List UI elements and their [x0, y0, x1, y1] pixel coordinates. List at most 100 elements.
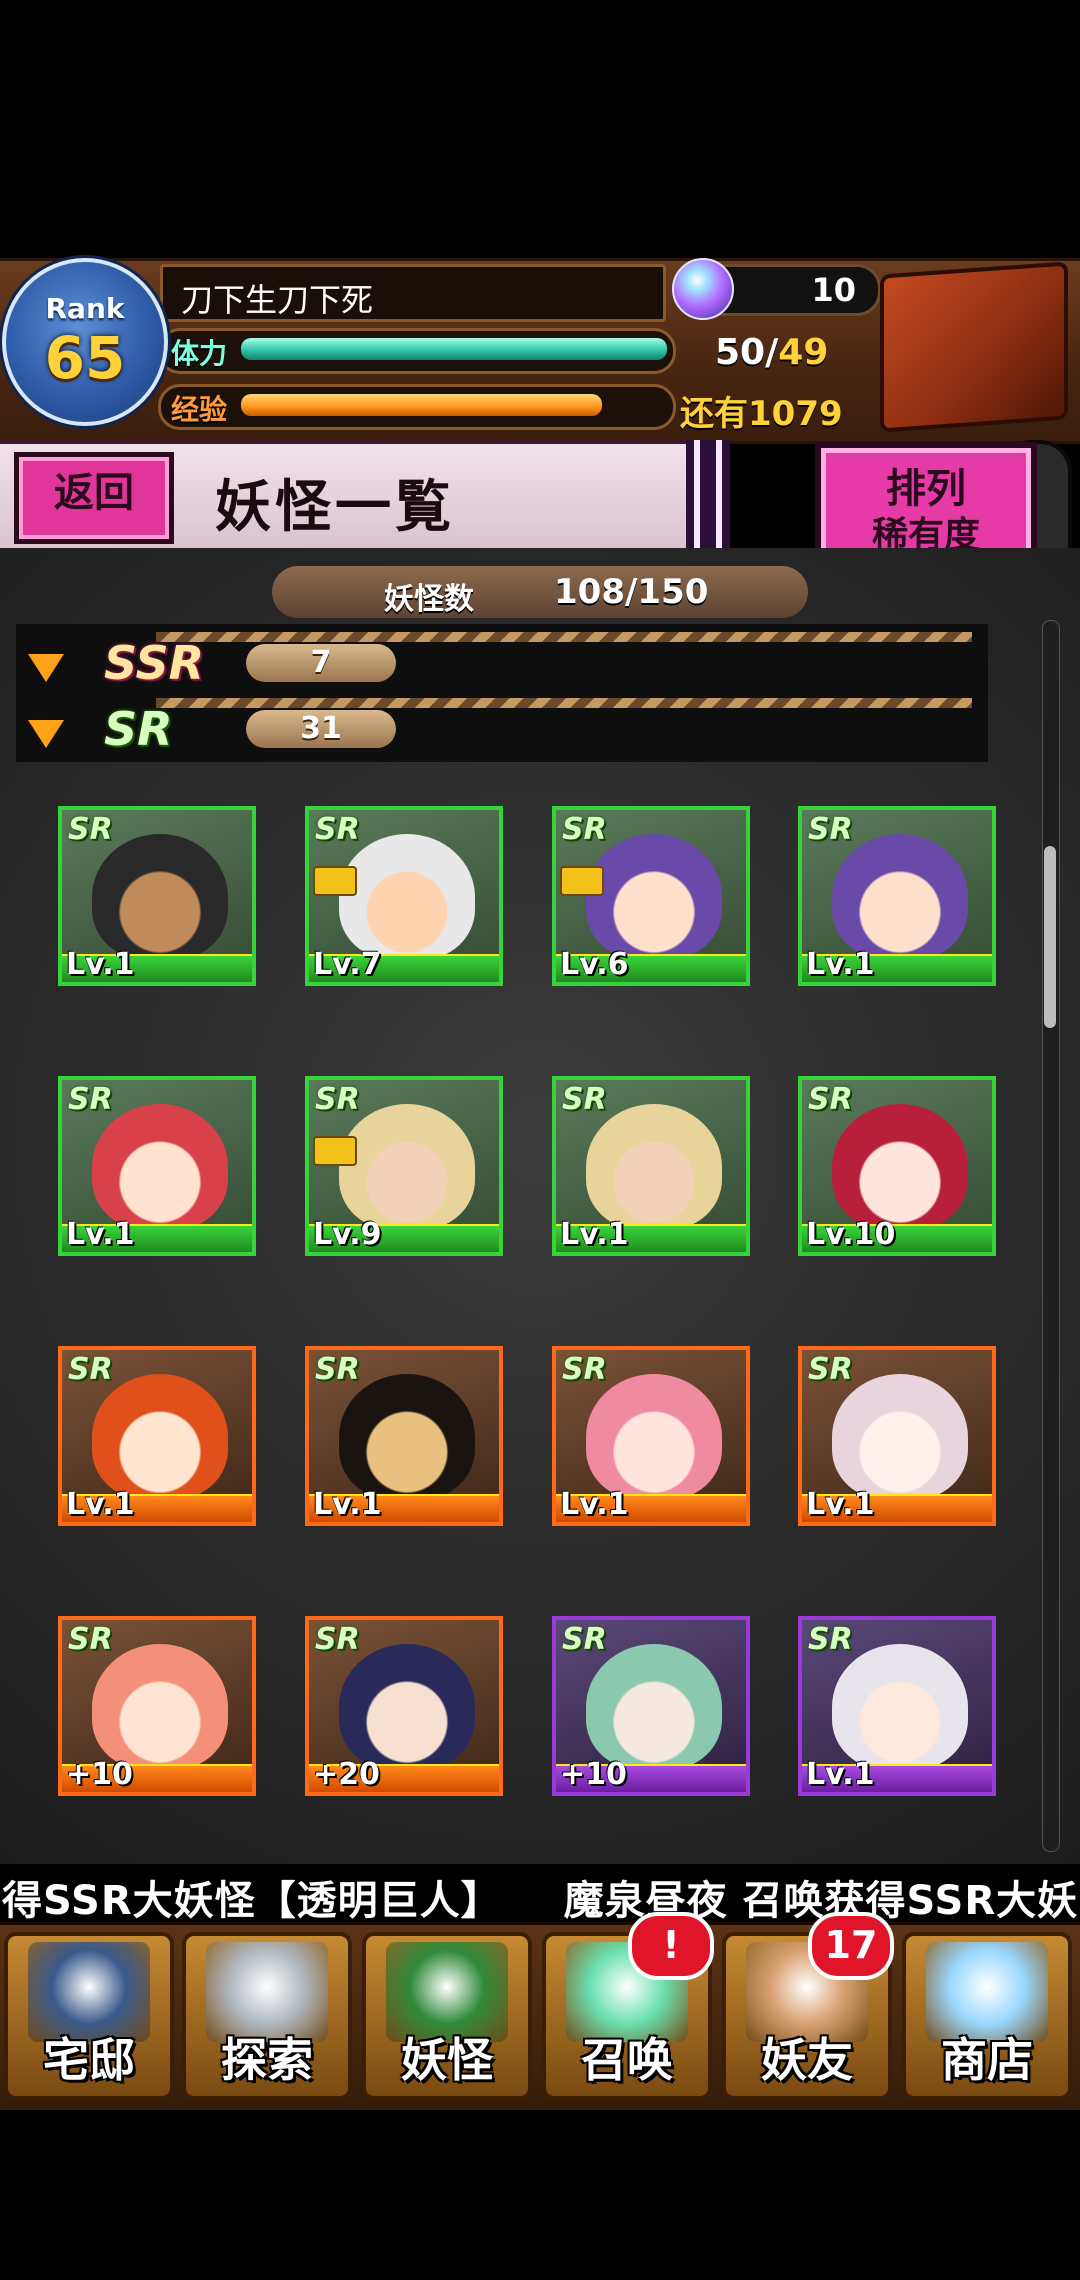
- exp-remaining: 还有1079: [680, 394, 843, 434]
- card-level: Lv.7: [313, 947, 382, 982]
- monster-portrait: [92, 1374, 228, 1500]
- monster-portrait: [586, 834, 722, 960]
- card-level: Lv.1: [66, 1217, 135, 1252]
- expand-arrow-icon[interactable]: [28, 654, 64, 682]
- card-rarity-badge: SR: [315, 812, 360, 847]
- card-level: +20: [313, 1757, 380, 1792]
- rank-value: 65: [44, 324, 126, 392]
- monster-card[interactable]: SR +20: [305, 1616, 503, 1796]
- monster-portrait: [832, 1104, 968, 1230]
- title-stripe-decoration: [686, 440, 730, 548]
- monster-card[interactable]: SR Lv.6: [552, 806, 750, 986]
- card-rarity-badge: SR: [315, 1622, 360, 1657]
- monster-card[interactable]: SR Lv.1: [552, 1346, 750, 1526]
- monster-portrait: [586, 1374, 722, 1500]
- row-stripe-decoration: [156, 698, 972, 708]
- gem-count: 10: [811, 271, 856, 309]
- rarity-badge: SR: [104, 702, 173, 756]
- card-level: +10: [560, 1757, 627, 1792]
- rarity-badge: SSR: [104, 636, 205, 690]
- rarity-count-pill: 31: [246, 710, 396, 748]
- stamina-fill: [241, 338, 667, 360]
- nav-label: 宅邸: [43, 2033, 135, 2087]
- card-level: Lv.1: [560, 1487, 629, 1522]
- nav-label: 商店: [941, 2033, 1033, 2087]
- monster-card[interactable]: SR Lv.1: [58, 1346, 256, 1526]
- rarity-count: 31: [300, 711, 342, 746]
- monster-card[interactable]: SR Lv.7: [305, 806, 503, 986]
- card-rarity-badge: SR: [562, 1622, 607, 1657]
- rarity-filter-panel: SSR 7 SR 31: [16, 624, 988, 762]
- card-level: Lv.1: [66, 947, 135, 982]
- page-title: 妖怪一覧: [215, 475, 455, 540]
- exp-fill: [241, 394, 602, 416]
- card-level: Lv.1: [66, 1487, 135, 1522]
- nav-button-2[interactable]: 妖怪: [362, 1932, 532, 2100]
- rank-label: Rank: [45, 292, 125, 325]
- scrollbar-thumb[interactable]: [1044, 846, 1056, 1028]
- card-rarity-badge: SR: [808, 1082, 853, 1117]
- nav-button-1[interactable]: 探索: [182, 1932, 352, 2100]
- lock-icon: [560, 866, 604, 896]
- crystal-gem-icon: [672, 258, 734, 320]
- card-level: Lv.1: [560, 1217, 629, 1252]
- card-rarity-badge: SR: [562, 1082, 607, 1117]
- nav-label: 妖怪: [401, 2033, 493, 2087]
- screen-bottom-area: [0, 2110, 1080, 2280]
- card-level: Lv.10: [806, 1217, 896, 1252]
- card-level: Lv.1: [806, 1487, 875, 1522]
- card-rarity-badge: SR: [315, 1082, 360, 1117]
- nav-button-0[interactable]: 宅邸: [4, 1932, 174, 2100]
- card-rarity-badge: SR: [808, 812, 853, 847]
- notification-badge: !: [628, 1912, 714, 1980]
- exp-bar: 经验: [158, 384, 676, 430]
- monster-card[interactable]: SR Lv.1: [305, 1346, 503, 1526]
- monster-portrait: [92, 834, 228, 960]
- monster-count-label: 妖怪数: [384, 582, 474, 617]
- monster-portrait: [832, 834, 968, 960]
- nav-button-5[interactable]: 商店: [902, 1932, 1072, 2100]
- rank-emblem[interactable]: Rank 65: [2, 258, 168, 426]
- monster-portrait: [339, 834, 475, 960]
- card-rarity-badge: SR: [808, 1622, 853, 1657]
- monster-portrait: [92, 1104, 228, 1230]
- stamina-bar: 体力: [158, 328, 676, 374]
- monster-portrait: [586, 1644, 722, 1770]
- card-rarity-badge: SR: [315, 1352, 360, 1387]
- monster-portrait: [339, 1644, 475, 1770]
- monster-card[interactable]: SR +10: [552, 1616, 750, 1796]
- monster-card[interactable]: SR Lv.1: [552, 1076, 750, 1256]
- monster-card[interactable]: SR Lv.1: [58, 1076, 256, 1256]
- card-level: Lv.1: [806, 947, 875, 982]
- monster-card[interactable]: SR Lv.1: [798, 1346, 996, 1526]
- monster-portrait: [92, 1644, 228, 1770]
- stamina-value: 50/49: [715, 332, 829, 373]
- monster-card[interactable]: SR Lv.9: [305, 1076, 503, 1256]
- scrollbar-track[interactable]: [1042, 620, 1060, 1852]
- monster-portrait: [586, 1104, 722, 1230]
- rarity-row-sr[interactable]: SR 31: [16, 696, 988, 758]
- monster-portrait: [832, 1374, 968, 1500]
- news-ticker: 得SSR大妖怪【透明巨人】 魔泉昼夜 召唤获得SSR大妖: [0, 1864, 1080, 1922]
- card-rarity-badge: SR: [68, 1622, 113, 1657]
- monster-card[interactable]: SR +10: [58, 1616, 256, 1796]
- player-name-box: 刀下生刀下死: [160, 264, 666, 322]
- ticker-text: 得SSR大妖怪【透明巨人】 魔泉昼夜 召唤获得SSR大妖: [2, 1878, 1079, 1922]
- monster-card[interactable]: SR Lv.10: [798, 1076, 996, 1256]
- rarity-row-ssr[interactable]: SSR 7: [16, 630, 988, 692]
- monster-portrait: [339, 1104, 475, 1230]
- card-level: Lv.1: [313, 1487, 382, 1522]
- back-button[interactable]: 返回: [14, 452, 174, 544]
- monster-portrait: [339, 1374, 475, 1500]
- treasure-chest-icon[interactable]: [880, 261, 1068, 433]
- monster-portrait: [832, 1644, 968, 1770]
- card-rarity-badge: SR: [562, 812, 607, 847]
- stamina-label: 体力: [171, 337, 228, 370]
- card-rarity-badge: SR: [68, 1082, 113, 1117]
- card-rarity-badge: SR: [68, 812, 113, 847]
- monster-card[interactable]: SR Lv.1: [798, 1616, 996, 1796]
- monster-card[interactable]: SR Lv.1: [798, 806, 996, 986]
- card-level: Lv.6: [560, 947, 629, 982]
- monster-card[interactable]: SR Lv.1: [58, 806, 256, 986]
- expand-arrow-icon[interactable]: [28, 720, 64, 748]
